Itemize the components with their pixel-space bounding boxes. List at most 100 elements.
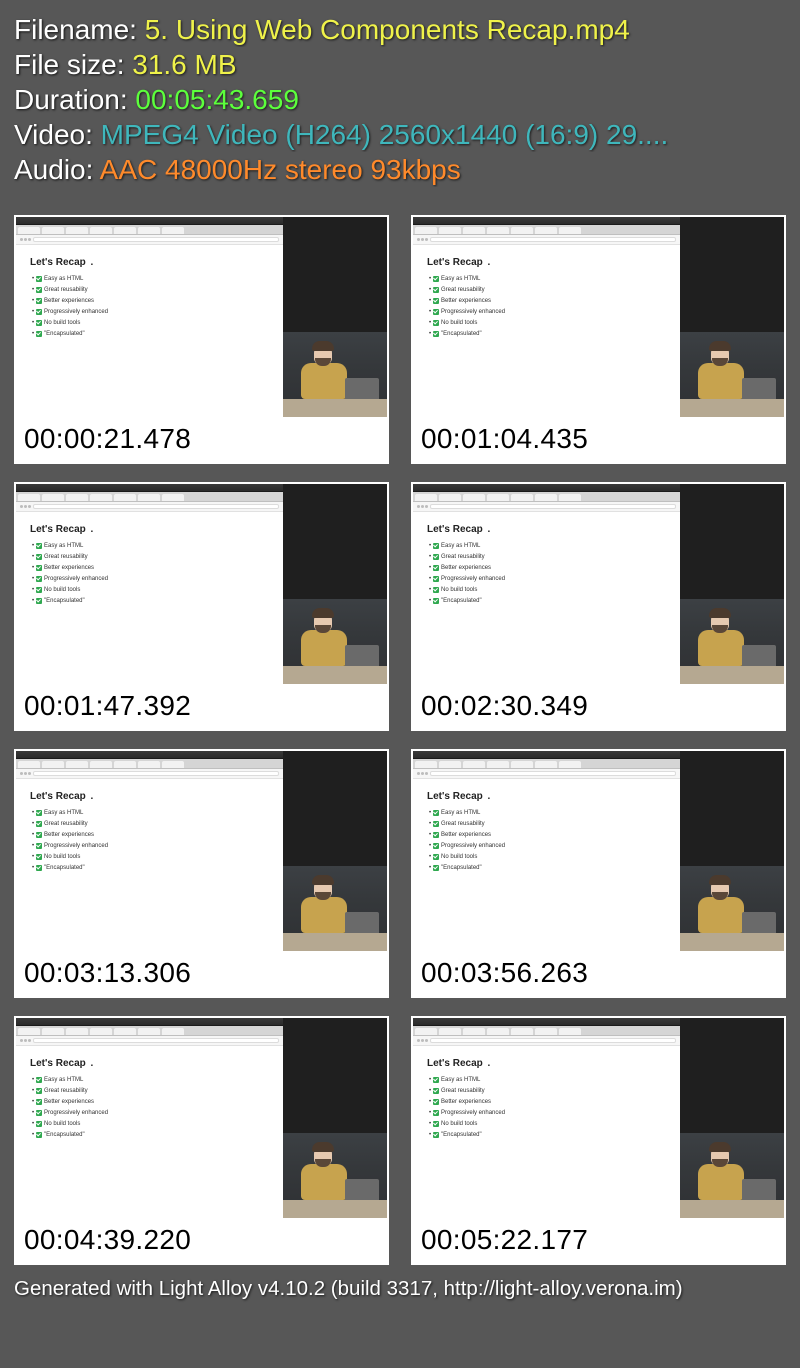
timestamp-label: 00:01:04.435 [413, 417, 784, 462]
video-label: Video: [14, 119, 101, 150]
presenter-scene [680, 599, 784, 684]
presenter-scene [680, 332, 784, 417]
slide-content: Let's Recap .Easy as HTMLGreat reusabili… [413, 245, 680, 417]
browser-tabbar [16, 225, 283, 235]
slide-title: Let's Recap . [30, 524, 269, 535]
presenter-panel [283, 217, 387, 417]
browser-addressbar [16, 502, 283, 512]
browser-addressbar [413, 769, 680, 779]
slide-title: Let's Recap . [427, 524, 666, 535]
timestamp-label: 00:01:47.392 [16, 684, 387, 729]
slide-list-item: No build tools [30, 318, 269, 329]
slide-list-item: Easy as HTML [30, 541, 269, 552]
video-line: Video: MPEG4 Video (H264) 2560x1440 (16:… [14, 117, 786, 152]
presenter-person [694, 1138, 748, 1200]
presenter-person [694, 337, 748, 399]
laptop-icon [345, 378, 379, 400]
file-info-panel: Filename: 5. Using Web Components Recap.… [0, 0, 800, 193]
browser-tabbar [16, 1026, 283, 1036]
duration-label: Duration: [14, 84, 135, 115]
slide-content: Let's Recap .Easy as HTMLGreat reusabili… [413, 779, 680, 951]
laptop-icon [742, 1179, 776, 1201]
presenter-panel [283, 1018, 387, 1218]
slide-list: Easy as HTMLGreat reusabilityBetter expe… [30, 808, 269, 875]
slide-list-item: Great reusability [30, 1086, 269, 1097]
timestamp-label: 00:04:39.220 [16, 1218, 387, 1263]
slide-title: Let's Recap . [427, 1058, 666, 1069]
timestamp-label: 00:02:30.349 [413, 684, 784, 729]
slide-list-item: No build tools [30, 1119, 269, 1130]
browser-addressbar [16, 769, 283, 779]
slide-list-item: Better experiences [30, 563, 269, 574]
presenter-person [297, 871, 351, 933]
browser-tabbar [413, 759, 680, 769]
slide-list: Easy as HTMLGreat reusabilityBetter expe… [427, 808, 666, 875]
slide-list-item: Great reusability [30, 819, 269, 830]
slide-content: Let's Recap .Easy as HTMLGreat reusabili… [16, 245, 283, 417]
thumbnail-cell: Let's Recap .Easy as HTMLGreat reusabili… [14, 482, 389, 731]
browser-tabbar [16, 759, 283, 769]
browser-tabbar [413, 1026, 680, 1036]
browser-tabbar [413, 225, 680, 235]
thumbnail-frame: Let's Recap .Easy as HTMLGreat reusabili… [413, 751, 784, 951]
audio-label: Audio: [14, 154, 100, 185]
thumbnail-frame: Let's Recap . Easy as HTMLGreat reusabili… [413, 484, 784, 684]
slide-list-item: "Encapsulated" [427, 596, 666, 607]
slide-list-item: No build tools [427, 1119, 666, 1130]
slide-list: Easy as HTMLGreat reusabilityBetter expe… [427, 274, 666, 341]
slide-list-item: Easy as HTML [427, 274, 666, 285]
thumbnail-cell: Let's Recap .Easy as HTMLGreat reusabili… [14, 749, 389, 998]
window-titlebar [16, 484, 283, 492]
slide-list-item: No build tools [30, 852, 269, 863]
slide-list-item: "Encapsulated" [30, 329, 269, 340]
duration-line: Duration: 00:05:43.659 [14, 82, 786, 117]
presenter-scene [680, 1133, 784, 1218]
browser-tabbar [16, 492, 283, 502]
slide-list-item: Progressively enhanced [427, 307, 666, 318]
slide-list-item: No build tools [427, 318, 666, 329]
slide-list-item: Easy as HTML [30, 274, 269, 285]
slide-list-item: Better experiences [30, 1097, 269, 1108]
slide-list-item: Better experiences [30, 830, 269, 841]
slide-list-item: "Encapsulated" [30, 1130, 269, 1141]
browser-addressbar [413, 502, 680, 512]
filename-label: Filename: [14, 14, 145, 45]
slide-list-item: Better experiences [30, 296, 269, 307]
laptop-icon [345, 645, 379, 667]
slide-content: Let's Recap .Easy as HTMLGreat reusabili… [16, 1046, 283, 1218]
thumbnail-cell: Let's Recap .Easy as HTMLGreat reusabili… [411, 749, 786, 998]
browser-window: Let's Recap .Easy as HTMLGreat reusabili… [413, 217, 680, 417]
slide-list: Easy as HTMLGreat reusabilityBetter expe… [427, 541, 666, 608]
slide-list-item: No build tools [30, 585, 269, 596]
slide-list-item: "Encapsulated" [427, 1130, 666, 1141]
slide-list-item: Progressively enhanced [30, 1108, 269, 1119]
thumbnail-frame: Let's Recap . Easy as HTMLGreat reusabili… [413, 1018, 784, 1218]
thumbnail-cell: Let's Recap . Easy as HTMLGreat reusabili… [411, 1016, 786, 1265]
audio-value: AAC 48000Hz stereo 93kbps [100, 154, 461, 185]
slide-list-item: Better experiences [427, 296, 666, 307]
presenter-person [297, 337, 351, 399]
presenter-scene [283, 1133, 387, 1218]
slide-list-item: No build tools [427, 585, 666, 596]
presenter-person [694, 604, 748, 666]
window-titlebar [413, 484, 680, 492]
slide-list: Easy as HTMLGreat reusabilityBetter expe… [30, 1075, 269, 1142]
slide-list-item: Easy as HTML [427, 541, 666, 552]
presenter-scene [283, 599, 387, 684]
browser-window: Let's Recap .Easy as HTMLGreat reusabili… [16, 751, 283, 951]
slide-list-item: Progressively enhanced [30, 574, 269, 585]
browser-addressbar [413, 235, 680, 245]
browser-window: Let's Recap .Easy as HTMLGreat reusabili… [16, 1018, 283, 1218]
window-titlebar [413, 217, 680, 225]
laptop-icon [345, 912, 379, 934]
slide-list-item: Great reusability [427, 1086, 666, 1097]
slide-list-item: Progressively enhanced [427, 841, 666, 852]
thumbnail-frame: Let's Recap .Easy as HTMLGreat reusabili… [413, 217, 784, 417]
slide-list-item: Easy as HTML [427, 808, 666, 819]
laptop-icon [742, 645, 776, 667]
slide-list-item: Great reusability [427, 819, 666, 830]
slide-list: Easy as HTMLGreat reusabilityBetter expe… [427, 1075, 666, 1142]
browser-window: Let's Recap .Easy as HTMLGreat reusabili… [16, 217, 283, 417]
laptop-icon [345, 1179, 379, 1201]
slide-content: Let's Recap . Easy as HTMLGreat reusabili… [413, 1046, 680, 1218]
